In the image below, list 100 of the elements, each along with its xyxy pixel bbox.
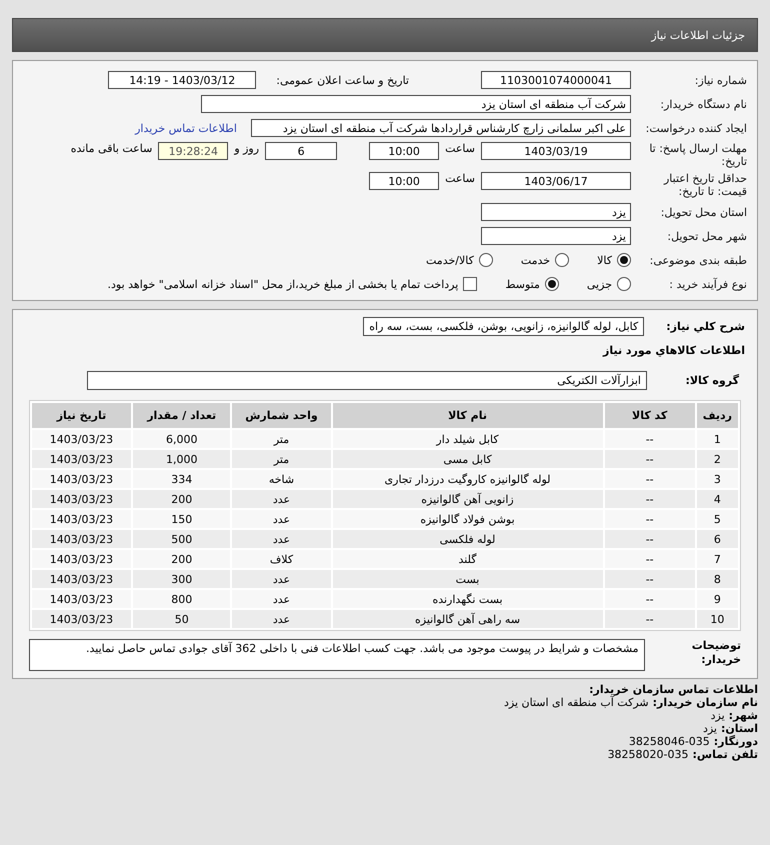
field-label: شماره نیاز: — [694, 74, 748, 86]
goods-group-field: ابزارآلات الکتریکی — [87, 371, 647, 390]
deadline-time-field: 10:00 — [369, 142, 440, 160]
unit-cell: متر — [232, 430, 330, 448]
days-label: روز و — [234, 142, 260, 155]
code-cell: -- — [604, 570, 695, 588]
unit-cell: عدد — [232, 570, 330, 588]
column-header: واحد شمارش — [232, 403, 330, 428]
contact-value: یزد — [702, 722, 717, 735]
column-header: نام کالا — [332, 403, 603, 428]
field-label: استان محل تحویل: — [660, 206, 748, 218]
date-cell: 1403/03/23 — [32, 490, 131, 508]
field-label: طبقه بندی موضوعی: — [648, 254, 748, 266]
code-cell: -- — [604, 590, 695, 608]
radio-button[interactable] — [617, 253, 631, 267]
field-label: حداقل تاریخ اعتبار قیمت: تا تاریخ: — [662, 172, 748, 198]
contact-value: یزد — [710, 709, 725, 722]
field-label: شهر محل تحویل: — [666, 230, 748, 242]
item-name-cell: سه راهی آهن گالوانیزه — [332, 610, 603, 628]
code-cell: -- — [604, 470, 695, 488]
contact-label: دورنگار: — [714, 735, 758, 748]
code-cell: -- — [604, 550, 695, 568]
checkbox-label: پرداخت تمام یا بخشی از مبلغ خرید،از محل "اسناد خزانه اسلامی" خواهد بود. — [108, 278, 458, 290]
field-label: تاریخ و ساعت اعلان عمومی: — [276, 74, 409, 86]
code-cell: -- — [604, 530, 695, 548]
radio-button[interactable] — [544, 277, 559, 291]
column-header: ردیف — [696, 403, 738, 428]
field-label: گروه کالا: — [684, 374, 740, 387]
radio-button[interactable] — [617, 277, 631, 291]
page-title: جزئیات اطلاعات نیاز — [12, 18, 758, 52]
radio-label: متوسط — [505, 278, 540, 290]
section-title: اطلاعات کالاهاي مورد نياز — [603, 344, 745, 357]
quantity-cell: 200 — [132, 490, 230, 508]
row-number-cell: 7 — [696, 550, 738, 568]
field-label: مهلت ارسال پاسخ: تا تاریخ: — [648, 142, 748, 168]
unit-cell: عدد — [232, 490, 330, 508]
announce-date-field: 1403/03/12 - 14:19 — [108, 71, 256, 89]
province-field: یزد — [481, 203, 631, 221]
item-name-cell: کابل شیلد دار — [332, 430, 603, 448]
remaining-label: ساعت باقی مانده — [70, 142, 152, 155]
quantity-cell: 1,000 — [132, 450, 230, 468]
contact-label: تلفن تماس: — [692, 748, 758, 761]
buyer-name-field: شرکت آب منطقه ای استان یزد — [201, 95, 631, 113]
item-name-cell: کابل مسی — [332, 450, 603, 468]
row-number-cell: 1 — [696, 430, 738, 448]
item-name-cell: بست نگهدارنده — [332, 590, 603, 608]
quantity-cell: 334 — [132, 470, 230, 488]
quantity-cell: 150 — [132, 510, 230, 528]
radio-label: کالا — [597, 254, 612, 266]
time-label: ساعت — [445, 172, 475, 185]
buyer-contact-link[interactable]: اطلاعات تماس خریدار — [135, 122, 237, 134]
city-field: یزد — [481, 227, 631, 245]
field-label: توضیحات خریدار: — [690, 639, 742, 667]
row-number-cell: 8 — [696, 570, 738, 588]
unit-cell: متر — [232, 450, 330, 468]
code-cell: -- — [604, 610, 695, 628]
notes-field: مشخصات و شرایط در پیوست موجود می باشد. جهت کسب اطلاعات فنی با داخلی 362 آقای جوادی تماس حاصل نمایید. — [29, 639, 645, 671]
date-cell: 1403/03/23 — [32, 470, 131, 488]
quantity-cell: 300 — [132, 570, 230, 588]
unit-cell: عدد — [232, 590, 330, 608]
contact-value: 38258020-035 — [608, 748, 689, 761]
radio-button[interactable] — [555, 253, 570, 267]
column-header: کد کالا — [604, 403, 695, 428]
date-cell: 1403/03/23 — [32, 510, 131, 528]
time-label: ساعت — [445, 142, 475, 155]
radio-button[interactable] — [478, 253, 493, 267]
row-number-cell: 9 — [696, 590, 738, 608]
row-number-cell: 10 — [696, 610, 738, 628]
code-cell: -- — [604, 450, 695, 468]
date-cell: 1403/03/23 — [32, 590, 131, 608]
code-cell: -- — [604, 490, 695, 508]
row-number-cell: 2 — [696, 450, 738, 468]
field-label: ایجاد کننده درخواست: — [644, 122, 748, 134]
date-cell: 1403/03/23 — [32, 530, 131, 548]
row-number-cell: 3 — [696, 470, 738, 488]
contact-label: استان: — [721, 722, 758, 735]
unit-cell: عدد — [232, 530, 330, 548]
summary-field: کابل، لوله گالوانیزه، زانویی، بوشن، فلکسی، بست، سه راه — [363, 317, 644, 336]
quantity-cell: 200 — [132, 550, 230, 568]
need-number-field: 1103001074000041 — [481, 71, 631, 89]
unit-cell: کلاف — [232, 550, 330, 568]
item-name-cell: زانویی آهن گالوانیزه — [332, 490, 603, 508]
field-label: نوع فرآیند خرید : — [668, 278, 748, 290]
unit-cell: شاخه — [232, 470, 330, 488]
creator-field: علی اکبر سلمانی زارچ کارشناس قراردادها شرکت آب منطقه ای استان یزد — [251, 119, 631, 137]
quantity-cell: 6,000 — [132, 430, 230, 448]
radio-label: کالا/خدمت — [426, 254, 474, 266]
column-header: تعداد / مقدار — [132, 403, 230, 428]
remaining-time-field: 19:28:24 — [158, 142, 228, 160]
item-name-cell: بست — [332, 570, 603, 588]
contact-value: شرکت آب منطقه ای استان یزد — [504, 696, 649, 709]
unit-cell: عدد — [232, 510, 330, 528]
code-cell: -- — [604, 430, 695, 448]
date-cell: 1403/03/23 — [32, 430, 131, 448]
checkbox[interactable] — [463, 277, 478, 291]
date-cell: 1403/03/23 — [32, 610, 131, 628]
code-cell: -- — [604, 510, 695, 528]
validity-date-field: 1403/06/17 — [481, 172, 631, 190]
days-field: 6 — [265, 142, 338, 160]
quantity-cell: 50 — [132, 610, 230, 628]
